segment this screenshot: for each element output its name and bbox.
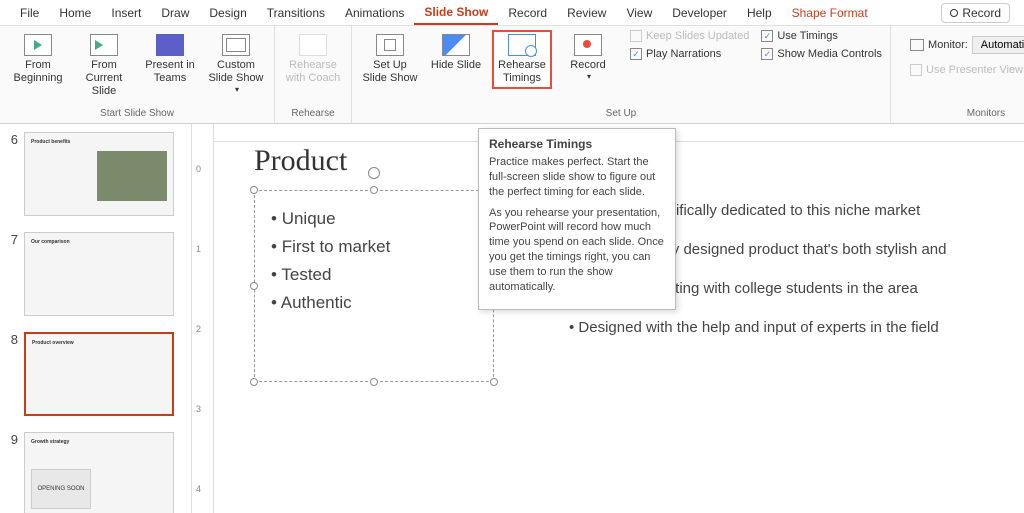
present-in-teams-button[interactable]: Present in Teams bbox=[140, 30, 200, 89]
custom-slide-show-button[interactable]: Custom Slide Show▾ bbox=[206, 30, 266, 99]
ribbon: From Beginning From Current Slide Presen… bbox=[0, 26, 1024, 124]
slide-thumbnail[interactable]: Product overview bbox=[24, 332, 174, 416]
use-timings-checkbox[interactable]: ✓Use Timings bbox=[761, 30, 882, 42]
tooltip-text: As you rehearse your presentation, Power… bbox=[489, 206, 665, 295]
custom-show-icon bbox=[222, 34, 250, 56]
bullet-item[interactable]: Tested bbox=[271, 265, 477, 285]
tab-developer[interactable]: Developer bbox=[662, 2, 737, 24]
monitor-icon bbox=[910, 39, 924, 51]
chevron-down-icon: ▾ bbox=[587, 72, 591, 82]
slide-thumbnail[interactable]: Growth strategyOPENING SOON bbox=[24, 432, 174, 513]
group-label: Set Up bbox=[606, 108, 637, 121]
from-beginning-button[interactable]: From Beginning bbox=[8, 30, 68, 89]
monitor-select[interactable]: Automatic bbox=[972, 36, 1024, 54]
group-label: Rehearse bbox=[291, 108, 334, 121]
resize-handle[interactable] bbox=[370, 378, 378, 386]
record-label: Record bbox=[962, 6, 1001, 20]
hide-slide-button[interactable]: Hide Slide bbox=[426, 30, 486, 76]
tab-draw[interactable]: Draw bbox=[151, 2, 199, 24]
resize-handle[interactable] bbox=[250, 186, 258, 194]
tab-slide-show[interactable]: Slide Show bbox=[414, 1, 498, 25]
tab-transitions[interactable]: Transitions bbox=[257, 2, 335, 24]
tab-insert[interactable]: Insert bbox=[101, 2, 151, 24]
record-dot-icon bbox=[950, 9, 958, 17]
tab-shape-format[interactable]: Shape Format bbox=[782, 2, 878, 24]
resize-handle[interactable] bbox=[250, 378, 258, 386]
tab-home[interactable]: Home bbox=[49, 2, 101, 24]
slide-thumbnail[interactable]: Product benefits bbox=[24, 132, 174, 216]
bullet-item[interactable]: Unique bbox=[271, 209, 477, 229]
tab-review[interactable]: Review bbox=[557, 2, 616, 24]
use-presenter-view-checkbox: Use Presenter View bbox=[910, 64, 1023, 76]
group-set-up: Set Up Slide Show Hide Slide Rehearse Ti… bbox=[352, 26, 891, 123]
bullet-item[interactable]: First to market bbox=[271, 237, 477, 257]
text-frame[interactable]: Unique First to market Tested Authentic bbox=[254, 190, 494, 382]
rehearse-timings-button[interactable]: Rehearse Timings bbox=[492, 30, 552, 89]
play-narrations-checkbox[interactable]: ✓Play Narrations bbox=[630, 48, 749, 60]
from-current-slide-button[interactable]: From Current Slide bbox=[74, 30, 134, 103]
chevron-down-icon: ▾ bbox=[235, 85, 239, 95]
tab-view[interactable]: View bbox=[616, 2, 662, 24]
tab-record[interactable]: Record bbox=[498, 2, 557, 24]
group-label: Start Slide Show bbox=[100, 108, 174, 121]
resize-handle[interactable] bbox=[370, 186, 378, 194]
record-button[interactable]: Record bbox=[941, 3, 1010, 23]
keep-slides-updated-checkbox: Keep Slides Updated bbox=[630, 30, 749, 42]
coach-icon bbox=[299, 34, 327, 56]
rehearse-timings-icon bbox=[508, 34, 536, 56]
monitor-label: Monitor: bbox=[928, 39, 968, 51]
bullet-item[interactable]: Authentic bbox=[271, 293, 477, 313]
slide-thumbnail[interactable]: Our comparison bbox=[24, 232, 174, 316]
play-icon bbox=[24, 34, 52, 56]
set-up-slide-show-button[interactable]: Set Up Slide Show bbox=[360, 30, 420, 89]
vertical-ruler: 0 1 2 3 4 bbox=[192, 124, 214, 513]
show-media-controls-checkbox[interactable]: ✓Show Media Controls bbox=[761, 48, 882, 60]
thumb-number: 6 bbox=[4, 132, 18, 147]
teams-icon bbox=[156, 34, 184, 56]
resize-handle[interactable] bbox=[490, 378, 498, 386]
thumb-number: 7 bbox=[4, 232, 18, 247]
rehearse-with-coach-button: Rehearse with Coach bbox=[283, 30, 343, 89]
tab-file[interactable]: File bbox=[10, 2, 49, 24]
tooltip-text: Practice makes perfect. Start the full-s… bbox=[489, 155, 665, 200]
record-icon bbox=[574, 34, 602, 56]
play-from-icon bbox=[90, 34, 118, 56]
resize-handle[interactable] bbox=[250, 282, 258, 290]
thumb-number: 8 bbox=[4, 332, 18, 347]
thumb-number: 9 bbox=[4, 432, 18, 447]
setup-icon bbox=[376, 34, 404, 56]
rehearse-timings-tooltip: Rehearse Timings Practice makes perfect.… bbox=[478, 128, 676, 310]
slide-thumbnails-panel[interactable]: 6 Product benefits 7 Our comparison 8 Produ… bbox=[0, 124, 192, 513]
tab-design[interactable]: Design bbox=[199, 2, 256, 24]
menu-bar: File Home Insert Draw Design Transitions… bbox=[0, 0, 1024, 26]
record-dropdown-button[interactable]: Record▾ bbox=[558, 30, 618, 86]
group-monitors: Monitor: Automatic Use Presenter View Mo… bbox=[891, 26, 1024, 123]
tooltip-title: Rehearse Timings bbox=[489, 137, 665, 151]
hide-slide-icon bbox=[442, 34, 470, 56]
group-start-slideshow: From Beginning From Current Slide Presen… bbox=[0, 26, 275, 123]
group-label: Monitors bbox=[967, 108, 1005, 121]
bullet-item: Designed with the help and input of expe… bbox=[569, 319, 947, 336]
tab-animations[interactable]: Animations bbox=[335, 2, 414, 24]
group-rehearse: Rehearse with Coach Rehearse bbox=[275, 26, 352, 123]
rotate-handle[interactable] bbox=[368, 167, 380, 179]
tab-help[interactable]: Help bbox=[737, 2, 782, 24]
